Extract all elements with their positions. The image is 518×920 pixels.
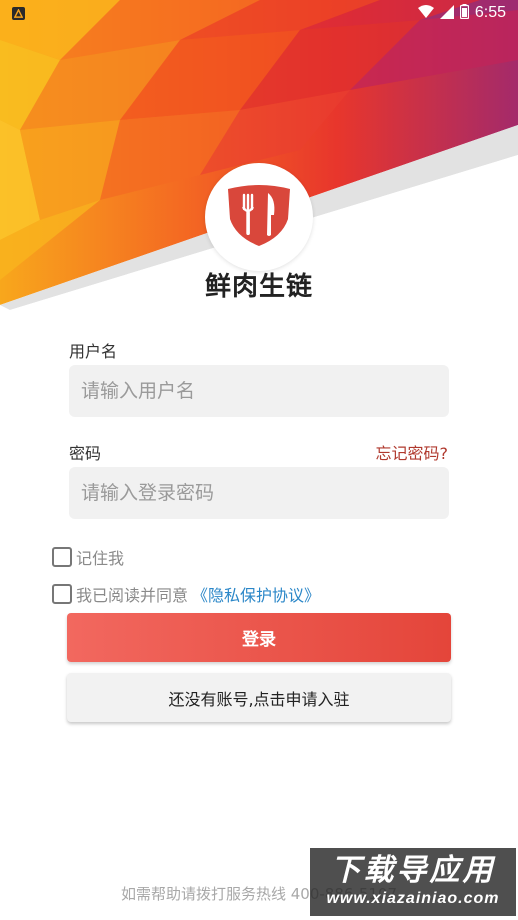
agreement-row: 我已阅读并同意 《隐私保护协议》 <box>52 582 320 606</box>
forgot-password-link[interactable]: 忘记密码? <box>376 440 449 464</box>
notification-a-icon <box>12 6 25 20</box>
watermark-url: www.xiazainiao.com <box>326 890 500 907</box>
register-button[interactable]: 还没有账号,点击申请入驻 <box>67 673 451 722</box>
wifi-icon <box>417 4 434 23</box>
battery-icon <box>459 3 469 23</box>
username-label: 用户名 <box>69 342 118 361</box>
fork-knife-shield-icon <box>224 183 294 251</box>
agreement-label: 我已阅读并同意 <box>76 586 189 605</box>
password-label: 密码 <box>69 444 102 463</box>
watermark: 下载导应用 www.xiazainiao.com <box>310 848 516 916</box>
remember-me-checkbox[interactable] <box>52 547 72 567</box>
watermark-text: 下载导应用 <box>330 853 496 888</box>
privacy-policy-link[interactable]: 《隐私保护协议》 <box>192 582 320 606</box>
password-input[interactable] <box>69 467 449 519</box>
signal-icon <box>439 4 454 23</box>
remember-me-label: 记住我 <box>76 549 125 568</box>
app-logo <box>205 163 313 271</box>
remember-me-row: 记住我 <box>52 545 124 569</box>
app-title: 鲜肉生链 <box>204 272 313 302</box>
status-time: 6:55 <box>474 4 506 21</box>
login-button[interactable]: 登录 <box>67 613 451 662</box>
username-input[interactable] <box>69 365 449 417</box>
agreement-checkbox[interactable] <box>52 584 72 604</box>
status-bar: 6:55 <box>0 0 518 26</box>
